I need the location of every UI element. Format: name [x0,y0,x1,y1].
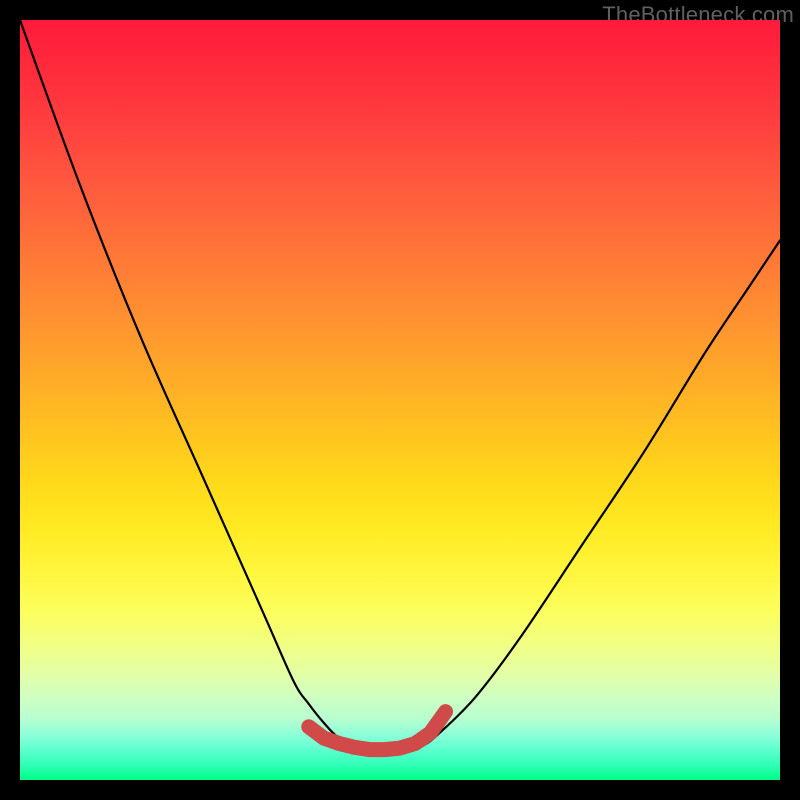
plot-area [20,20,780,780]
curve-layer [20,20,780,780]
black-curve [20,20,780,753]
chart-frame: TheBottleneck.com [0,0,800,800]
